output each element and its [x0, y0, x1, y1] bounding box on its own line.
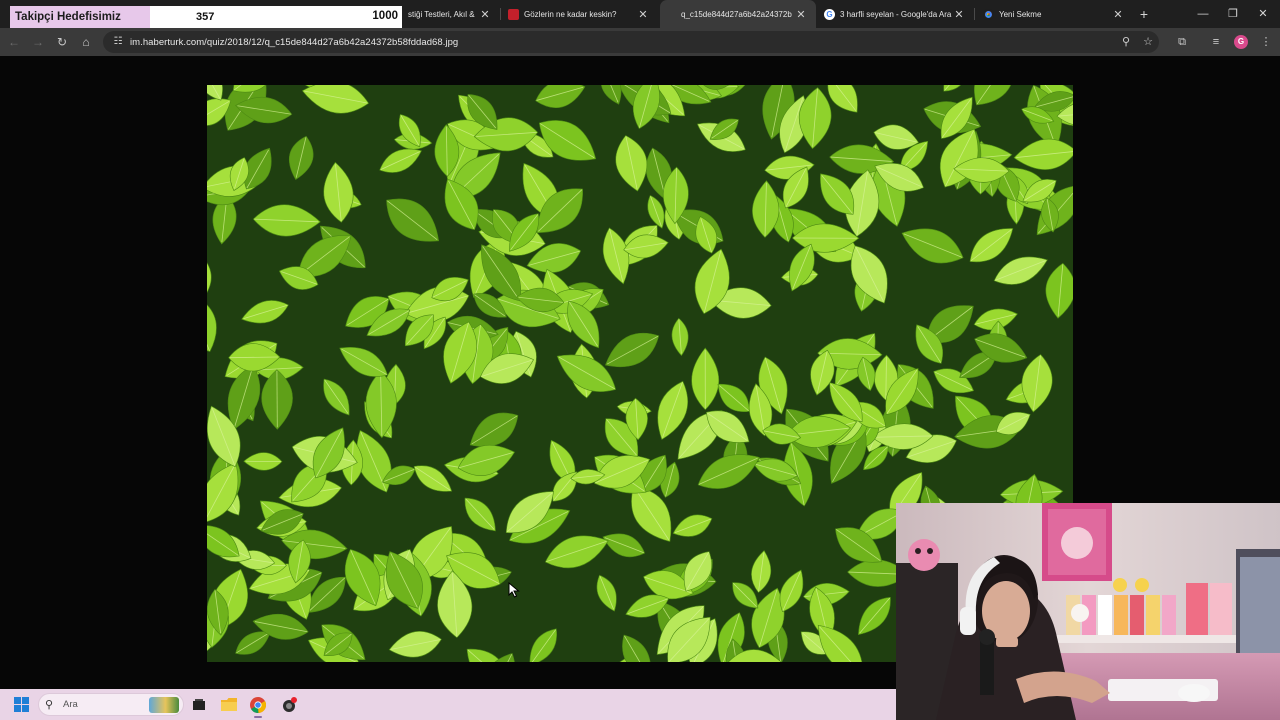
tab-title: q_c15de844d27a6b42a24372b — [681, 9, 792, 19]
address-url[interactable]: im.haberturk.com/quiz/2018/12/q_c15de844… — [130, 37, 458, 48]
close-icon[interactable]: ✕ — [636, 8, 650, 21]
follower-goal-count: 1000 — [372, 10, 398, 22]
haberturk-icon — [508, 8, 519, 20]
chrome-icon[interactable] — [248, 694, 268, 718]
google-icon: G — [824, 8, 835, 20]
tab-iq-tests[interactable]: stiği Testleri, Akıl & ✕ — [400, 0, 500, 28]
tab-gozlerin[interactable]: Gözlerin ne kadar keskin? ✕ — [500, 0, 658, 28]
taskbar-search[interactable]: ⚲ Ara — [38, 693, 184, 716]
new-tab-button[interactable]: + — [1135, 4, 1153, 24]
back-button[interactable]: ← — [4, 32, 24, 52]
tab-image-active[interactable]: q_c15de844d27a6b42a24372b ✕ — [660, 0, 816, 28]
close-icon[interactable]: ✕ — [794, 8, 808, 21]
webcam-scene — [896, 503, 1280, 720]
follower-goal-overlay: Takipçi Hedefisimiz 357 1000 — [10, 6, 402, 28]
profile-avatar[interactable]: G — [1234, 35, 1248, 49]
follower-goal-label: Takipçi Hedefisimiz — [15, 11, 121, 23]
app-icon[interactable] — [279, 694, 299, 715]
address-bar[interactable]: ☷ im.haberturk.com/quiz/2018/12/q_c15de8… — [103, 31, 1159, 53]
tab-google-search[interactable]: G 3 harfli seyelan - Google'da Ara ✕ — [816, 0, 974, 28]
browser-toolbar: ← → ↻ ⌂ ☷ im.haberturk.com/quiz/2018/12/… — [0, 28, 1280, 56]
extensions-icon[interactable]: ⧉ — [1172, 32, 1192, 52]
close-icon[interactable]: ✕ — [478, 8, 492, 21]
tab-title: 3 harfli seyelan - Google'da Ara — [840, 9, 952, 19]
active-indicator — [254, 716, 262, 718]
search-icon: ⚲ — [45, 699, 54, 711]
menu-icon[interactable]: ⋮ — [1256, 32, 1276, 52]
site-info-icon[interactable]: ☷ — [111, 35, 125, 49]
bookmark-star-icon[interactable]: ☆ — [1139, 31, 1157, 53]
close-window-button[interactable]: ✕ — [1248, 0, 1278, 28]
reload-button[interactable]: ↻ — [52, 32, 72, 52]
media-controls-icon[interactable]: ≡ — [1206, 32, 1226, 52]
tab-new[interactable]: Yeni Sekme ✕ — [975, 0, 1133, 28]
minimize-button[interactable]: — — [1188, 0, 1218, 28]
windows-start-icon[interactable] — [14, 697, 29, 712]
zoom-icon[interactable]: ⚲ — [1117, 31, 1135, 53]
tab-title: Yeni Sekme — [999, 9, 1042, 19]
restore-button[interactable]: ❐ — [1218, 0, 1248, 28]
tab-title: stiği Testleri, Akıl & — [408, 9, 475, 19]
close-icon[interactable]: ✕ — [1111, 8, 1125, 21]
task-view-icon[interactable] — [189, 694, 209, 715]
forward-button[interactable]: → — [28, 32, 48, 52]
search-highlight-image — [149, 697, 179, 713]
follower-current-count: 357 — [196, 11, 215, 23]
close-icon[interactable]: ✕ — [952, 8, 966, 21]
home-button[interactable]: ⌂ — [76, 32, 96, 52]
tab-title: Gözlerin ne kadar keskin? — [524, 9, 617, 19]
chrome-icon — [983, 8, 994, 20]
folder-icon[interactable] — [219, 694, 239, 715]
webcam-overlay — [896, 503, 1280, 720]
taskbar: ⚲ Ara — [0, 689, 896, 720]
taskbar-search-placeholder: Ara — [63, 699, 78, 710]
